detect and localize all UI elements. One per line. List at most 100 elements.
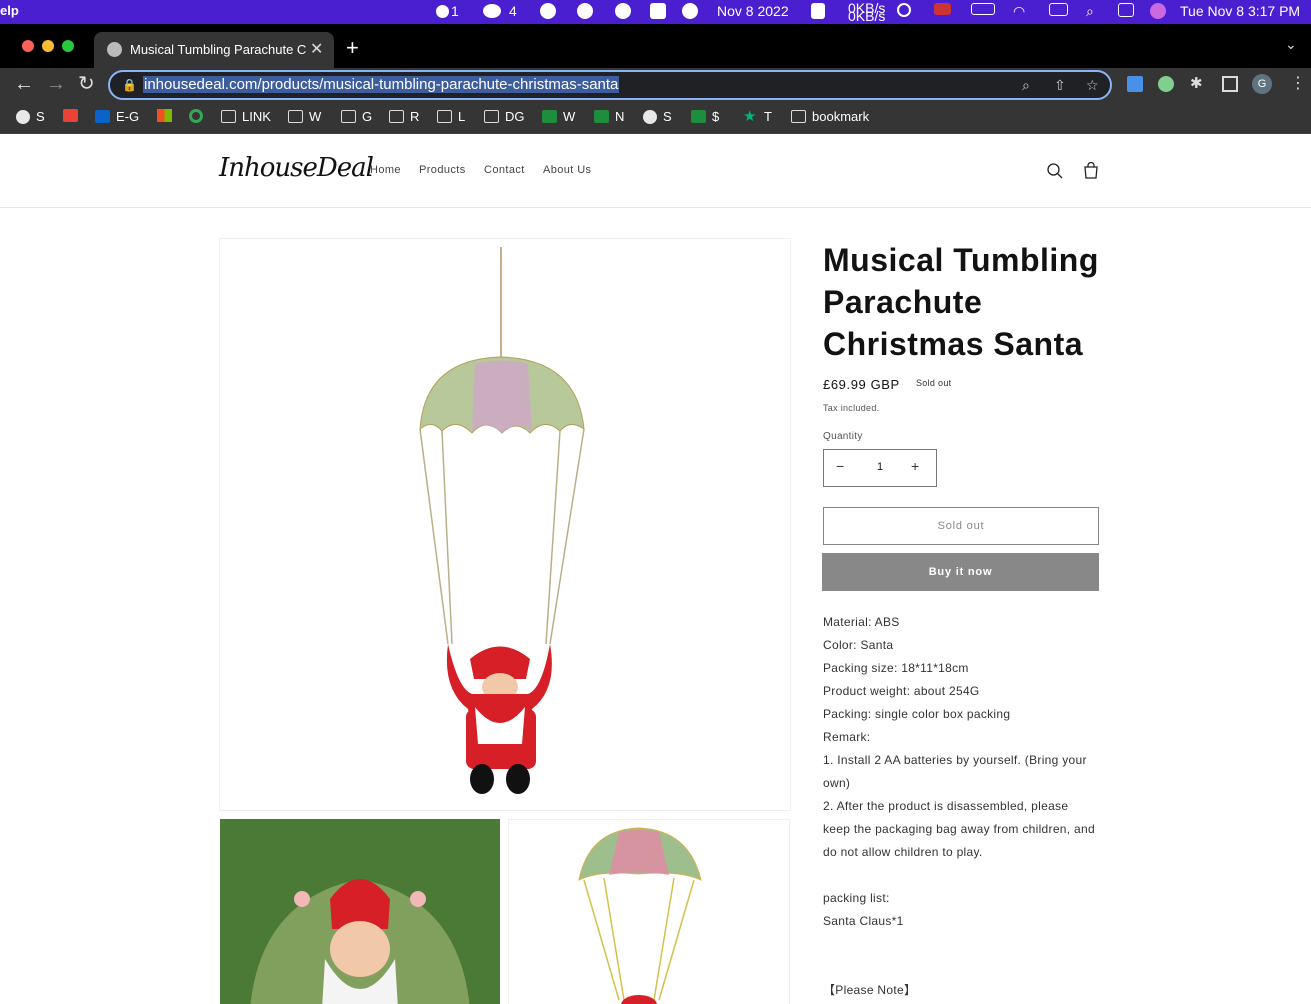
forward-button[interactable]: → <box>46 73 66 95</box>
description-line: Material: ABS <box>823 615 900 629</box>
description-line: Santa Claus*1 <box>823 914 904 928</box>
us-flag-icon <box>934 3 951 15</box>
tax-note: Tax included. <box>823 403 880 413</box>
bookmark-item[interactable]: bookmark <box>791 109 869 124</box>
menubar-app-f[interactable] <box>540 3 556 19</box>
bookmark-item[interactable]: G <box>341 109 372 124</box>
sold-out-badge: Sold out <box>916 378 952 388</box>
bookmark-item[interactable] <box>63 109 78 122</box>
globe-icon <box>107 42 122 57</box>
description-line: 2. After the product is disassembled, pl… <box>823 799 1095 859</box>
google-icon <box>189 109 203 123</box>
menubar-battery[interactable] <box>971 3 995 15</box>
bookmark-item[interactable]: N <box>594 109 624 124</box>
description-line <box>823 933 1099 956</box>
zoom-icon[interactable]: ⌕ <box>1022 77 1030 94</box>
bookmark-label: W <box>563 109 576 124</box>
wechat-status[interactable]: 4 <box>483 3 517 19</box>
cat-icon <box>811 3 825 19</box>
tab-close-icon[interactable]: ✕ <box>310 39 323 59</box>
product-thumbnail-1[interactable] <box>220 819 500 1004</box>
sold-out-button[interactable]: Sold out <box>823 507 1099 545</box>
nav-contact[interactable]: Contact <box>484 164 525 176</box>
new-tab-button[interactable]: + <box>346 35 359 61</box>
nav-home[interactable]: Home <box>370 164 401 176</box>
menubar-app-cat[interactable] <box>811 3 825 19</box>
description-line: Packing size: 18*11*18cm <box>823 661 969 675</box>
bookmark-item[interactable]: $ <box>691 109 719 124</box>
active-tab[interactable]: Musical Tumbling Parachute Christmas San… <box>94 32 334 68</box>
bookmark-star-icon[interactable]: ☆ <box>1086 77 1099 94</box>
bookmark-item[interactable]: L <box>437 109 465 124</box>
notification-status[interactable]: 1 <box>436 3 459 19</box>
quantity-decrease-button[interactable]: − <box>836 458 844 474</box>
pig-icon <box>615 3 631 19</box>
folder-icon <box>341 110 356 123</box>
extensions-puzzle-icon[interactable]: ✱ <box>1190 74 1206 92</box>
bookmark-label: W <box>309 109 322 124</box>
bookmark-item[interactable]: S <box>16 109 45 124</box>
bookmark-item[interactable]: LINK <box>221 109 271 124</box>
menubar-app-check[interactable] <box>650 3 666 19</box>
site-logo[interactable]: InhouseDeal <box>219 153 374 183</box>
nav-about-us[interactable]: About Us <box>543 164 591 176</box>
tab-search-chevron-icon[interactable]: ⌄ <box>1285 36 1297 53</box>
bookmark-item[interactable]: S <box>643 109 672 124</box>
menubar-input-source[interactable] <box>934 3 951 15</box>
minimize-window-button[interactable] <box>42 40 54 52</box>
buy-it-now-button[interactable]: Buy it now <box>822 553 1099 591</box>
outlook-icon <box>95 110 110 123</box>
bookmark-item[interactable] <box>157 109 172 122</box>
reload-button[interactable]: ↻ <box>78 73 95 95</box>
search-icon[interactable] <box>1046 162 1064 180</box>
bookmark-item[interactable] <box>189 109 203 123</box>
cart-icon[interactable] <box>1082 162 1100 180</box>
share-icon[interactable]: ⇧ <box>1054 77 1066 94</box>
product-main-image[interactable] <box>219 238 791 811</box>
url-text[interactable]: inhousedeal.com/products/musical-tumblin… <box>143 76 620 93</box>
cursor-icon <box>682 3 698 19</box>
star-icon: ★ <box>743 108 757 125</box>
menubar-siri[interactable] <box>1150 3 1166 19</box>
back-button[interactable]: ← <box>14 73 34 95</box>
menubar-date[interactable]: Nov 8 2022 <box>717 3 789 19</box>
menubar-app-teamviewer[interactable] <box>577 3 593 19</box>
wifi-icon: ◠ <box>1013 3 1026 19</box>
microsoft-icon <box>157 109 172 122</box>
extension-circle-icon[interactable] <box>1158 76 1174 92</box>
profile-avatar[interactable]: G <box>1252 74 1272 94</box>
download-extension-icon[interactable] <box>1127 76 1143 92</box>
quantity-increase-button[interactable]: + <box>911 458 919 474</box>
app-menu-help[interactable]: elp <box>0 3 19 18</box>
folder-icon <box>288 110 303 123</box>
menubar-spotlight[interactable]: ⌕ <box>1086 3 1094 20</box>
bookmark-item[interactable]: R <box>389 109 419 124</box>
lock-icon[interactable]: 🔒 <box>122 78 137 92</box>
bookmark-item[interactable]: W <box>288 109 321 124</box>
bookmark-label: E-G <box>116 109 140 124</box>
kebab-menu-icon[interactable]: ⋮ <box>1290 73 1306 92</box>
network-speed[interactable]: 0KB/s 0KB/s <box>848 1 885 23</box>
bookmark-item[interactable]: W <box>542 109 575 124</box>
menubar-keyboard[interactable] <box>1049 3 1068 16</box>
menubar-wifi[interactable]: ◠ <box>1013 3 1025 20</box>
battery-icon <box>971 3 995 15</box>
side-panel-icon[interactable] <box>1222 76 1238 92</box>
menubar-app-pig[interactable] <box>615 3 631 19</box>
bookmark-item[interactable]: DG <box>484 109 525 124</box>
menubar-control-center[interactable] <box>1118 3 1134 17</box>
bookmark-item[interactable]: ★ T <box>743 109 772 124</box>
product-thumbnail-2[interactable] <box>508 819 790 1004</box>
address-bar[interactable]: 🔒 inhousedeal.com/products/musical-tumbl… <box>108 70 1112 100</box>
bookmark-item[interactable]: E-G <box>95 109 139 124</box>
folder-icon <box>437 110 452 123</box>
menubar-clock[interactable]: Tue Nov 8 3:17 PM <box>1180 3 1300 19</box>
menubar-time-machine[interactable] <box>897 3 911 17</box>
search-icon: ⌕ <box>1086 3 1094 19</box>
close-window-button[interactable] <box>22 40 34 52</box>
teamviewer-icon <box>577 3 593 19</box>
menubar-app-arrow[interactable] <box>682 3 698 19</box>
bookmark-label: $ <box>712 109 720 124</box>
nav-products[interactable]: Products <box>419 164 466 176</box>
zoom-window-button[interactable] <box>62 40 74 52</box>
